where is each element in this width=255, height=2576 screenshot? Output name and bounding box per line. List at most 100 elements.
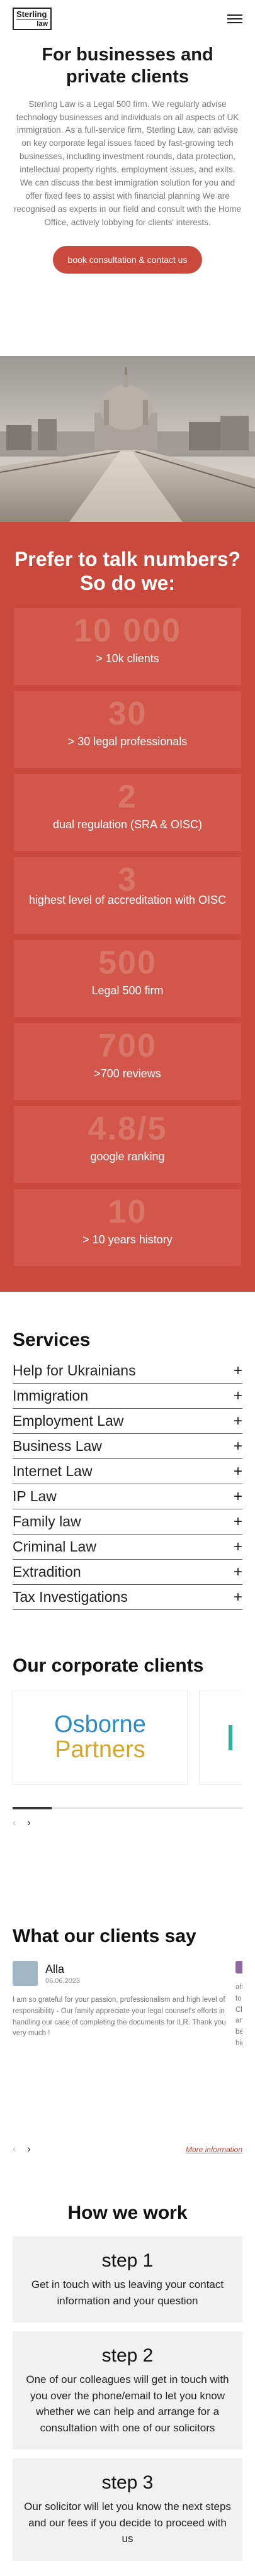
step-text: Our solicitor will let you know the next… — [24, 2501, 231, 2545]
service-ip-law[interactable]: IP Law + — [13, 1484, 242, 1509]
st-pauls-illustration — [0, 356, 255, 522]
client-name-line2: Partners — [55, 1736, 145, 1763]
plus-icon[interactable]: + — [234, 1589, 242, 1606]
review-card: Alla 06.06.2023 I am so grateful for you… — [13, 1961, 227, 2050]
plus-icon[interactable]: + — [234, 1362, 242, 1380]
review-date: 06.06.2023 — [45, 1977, 81, 1985]
logo-line2: law — [16, 19, 48, 28]
client-logo-osborne-partners: Osborne Partners — [13, 1690, 188, 1785]
step-text: One of our colleagues will get in touch … — [26, 2373, 229, 2434]
testimonials-section: What our clients say Alla 06.06.2023 I a… — [0, 1907, 255, 2190]
service-label: Immigration — [13, 1387, 89, 1404]
step-title: step 3 — [101, 2472, 154, 2493]
stat-card-professionals: 30 > 30 legal professionals — [14, 691, 241, 768]
review-text: I am so grateful for your passion, profe… — [13, 1996, 226, 2038]
plus-icon[interactable]: + — [234, 1387, 242, 1405]
prev-arrow-icon[interactable]: ‹ — [13, 1818, 16, 1829]
stat-big-number: 2 — [118, 778, 137, 815]
services-section: Services Help for Ukrainians + Immigratio… — [0, 1292, 255, 1630]
book-consultation-button[interactable]: book consultation & contact us — [52, 245, 203, 274]
plus-icon[interactable]: + — [234, 1563, 242, 1581]
stat-big-number: 10 000 — [73, 612, 182, 649]
plus-icon[interactable]: + — [234, 1438, 242, 1455]
stat-label: >700 reviews — [94, 1067, 161, 1080]
service-label: Family law — [13, 1513, 81, 1530]
service-extradition[interactable]: Extradition + — [13, 1560, 242, 1585]
sterling-law-logo[interactable]: Sterling law — [13, 8, 52, 30]
stat-label: Legal 500 firm — [91, 984, 164, 997]
stat-big-number: 10 — [108, 1193, 147, 1230]
service-help-for-ukrainians[interactable]: Help for Ukrainians + — [13, 1358, 242, 1384]
next-arrow-icon[interactable]: › — [27, 2144, 30, 2155]
prev-arrow-icon[interactable]: ‹ — [13, 2144, 16, 2155]
step-card-3: step 3 Our solicitor will let you know t… — [13, 2458, 242, 2561]
corporate-title: Our corporate clients — [13, 1655, 204, 1676]
service-business-law[interactable]: Business Law + — [13, 1434, 242, 1459]
review-header: Alla 06.06.2023 — [13, 1961, 227, 1986]
service-tax-investigations[interactable]: Tax Investigations + — [13, 1585, 242, 1610]
service-label: Tax Investigations — [13, 1589, 128, 1605]
plus-icon[interactable]: + — [234, 1413, 242, 1430]
stats-title: Prefer to talk numbers? So do we: — [14, 548, 241, 595]
service-label: Internet Law — [13, 1463, 93, 1479]
service-criminal-law[interactable]: Criminal Law + — [13, 1535, 242, 1560]
carousel-progress-fill — [13, 1807, 52, 1809]
service-label: Extradition — [13, 1563, 81, 1580]
client-logo-partial — [199, 1690, 242, 1785]
how-title: How we work — [67, 2202, 188, 2223]
client-name-line1: Osborne — [54, 1711, 146, 1738]
avatar — [13, 1961, 38, 1986]
review-arrows: ‹ › — [13, 2144, 31, 2155]
service-label: Help for Ukrainians — [13, 1362, 136, 1379]
avatar — [235, 1961, 242, 1974]
site-header: Sterling law — [0, 0, 255, 38]
how-we-work-section: How we work step 1 Get in touch with us … — [0, 2190, 255, 2561]
service-family-law[interactable]: Family law + — [13, 1509, 242, 1535]
stat-label: > 30 legal professionals — [67, 735, 188, 748]
service-immigration[interactable]: Immigration + — [13, 1384, 242, 1409]
step-card-1: step 1 Get in touch with us leaving your… — [13, 2236, 242, 2323]
stat-label: > 10k clients — [96, 652, 159, 665]
logo-line1: Sterling — [16, 9, 47, 19]
plus-icon[interactable]: + — [234, 1513, 242, 1531]
stat-label: highest level of accreditation with OISC — [28, 893, 227, 906]
review-carousel[interactable]: Alla 06.06.2023 I am so grateful for you… — [13, 1961, 242, 2050]
stats-section: Prefer to talk numbers? So do we: 10 000… — [0, 522, 255, 1292]
corporate-clients-section: Our corporate clients Osborne Partners ‹… — [0, 1630, 255, 1907]
stat-card-clients: 10 000 > 10k clients — [14, 608, 241, 685]
partial-logo-icon — [229, 1725, 232, 1750]
review-controls: ‹ › More information — [13, 2144, 242, 2155]
step-title: step 1 — [101, 2250, 154, 2271]
service-label: Criminal Law — [13, 1538, 96, 1555]
stat-card-legal500: 500 Legal 500 firm — [14, 940, 241, 1017]
stat-big-number: 500 — [98, 944, 157, 981]
service-employment-law[interactable]: Employment Law + — [13, 1409, 242, 1434]
step-card-2: step 2 One of our colleagues will get in… — [13, 2331, 242, 2450]
step-title: step 2 — [101, 2345, 154, 2366]
stat-card-history: 10 > 10 years history — [14, 1189, 241, 1266]
plus-icon[interactable]: + — [234, 1538, 242, 1556]
stat-label: google ranking — [90, 1150, 165, 1163]
stat-big-number: 4.8/5 — [88, 1110, 167, 1147]
service-label: Business Law — [13, 1438, 102, 1454]
stat-big-number: 30 — [108, 695, 147, 732]
plus-icon[interactable]: + — [234, 1463, 242, 1480]
step-text: Get in touch with us leaving your contac… — [31, 2279, 224, 2307]
reviewer-name: Alla — [45, 1962, 65, 1975]
carousel-arrows: ‹ › — [13, 1818, 242, 1829]
hero-section: For businesses and private clients Sterl… — [0, 38, 255, 356]
plus-icon[interactable]: + — [234, 1488, 242, 1506]
carousel-progress — [13, 1807, 242, 1809]
stat-card-reviews: 700 >700 reviews — [14, 1023, 241, 1100]
more-information-link[interactable]: More information — [186, 2145, 242, 2154]
service-label: Employment Law — [13, 1413, 124, 1429]
review-text-partial: after to ret Clair and l befor highly — [235, 1984, 242, 2048]
service-internet-law[interactable]: Internet Law + — [13, 1459, 242, 1484]
hero-body: Sterling Law is a Legal 500 firm. We reg… — [14, 99, 241, 227]
next-arrow-icon[interactable]: › — [27, 1818, 30, 1829]
testimonials-title: What our clients say — [13, 1926, 196, 1946]
client-logo-carousel[interactable]: Osborne Partners — [13, 1690, 242, 1785]
menu-icon[interactable] — [227, 14, 242, 23]
stat-card-regulation: 2 dual regulation (SRA & OISC) — [14, 774, 241, 851]
service-label: IP Law — [13, 1488, 57, 1504]
